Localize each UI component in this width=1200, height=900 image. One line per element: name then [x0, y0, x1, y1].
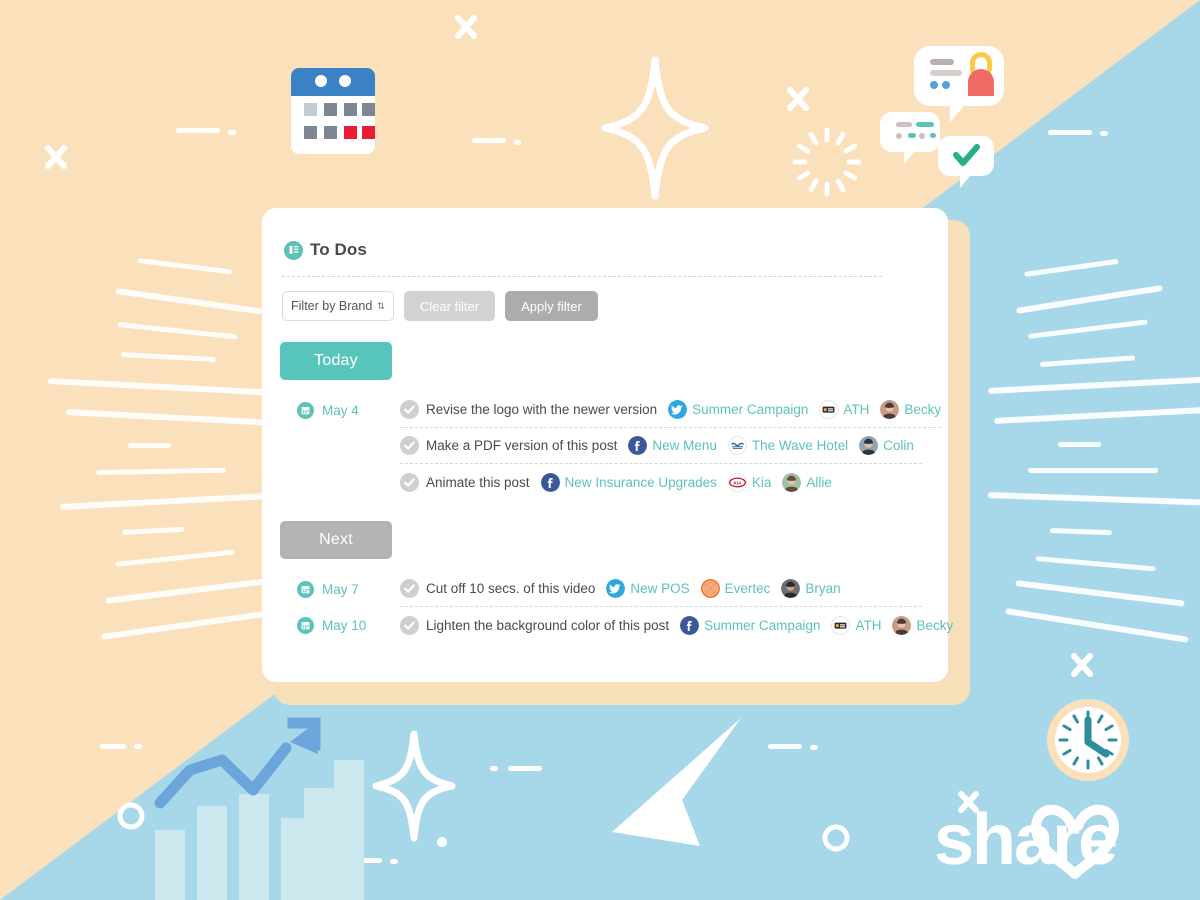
twitter-icon [668, 400, 688, 419]
chevron-updown-icon: ⇅ [377, 300, 385, 311]
check-circle-icon[interactable] [400, 472, 419, 492]
campaign-chip[interactable]: New Insurance Upgrades [540, 472, 717, 492]
table-row: Animate this post New Insurance Upgrades K… [280, 464, 922, 500]
task-content: Animate this post New Insurance Upgrades K… [400, 464, 922, 500]
brand-chip[interactable]: ATH [819, 400, 869, 419]
section-pill-today[interactable]: Today [280, 342, 392, 380]
table-row: May 10 Lighten the background color of th… [280, 607, 953, 643]
brand-name: ATH [843, 402, 870, 417]
twitter-icon [606, 579, 626, 598]
check-circle-icon[interactable] [400, 579, 419, 598]
task-date-cell: May 7 [280, 580, 400, 598]
section-pill-next[interactable]: Next [280, 521, 392, 559]
avatar [859, 436, 879, 455]
task-date-cell: May 4 [280, 401, 400, 419]
assignee-name: Bryan [805, 581, 841, 596]
task-content: Lighten the background color of this pos… [400, 607, 953, 643]
todos-card: To Dos Filter by Brand ⇅ Clear filter Ap… [262, 208, 953, 682]
task-title: Revise the logo with the newer version [426, 402, 658, 417]
brand-name: Kia [751, 474, 772, 490]
calendar-icon [297, 616, 314, 634]
assignee-chip[interactable]: Allie [782, 472, 832, 492]
table-row: May 7 Cut off 10 secs. of this video New P… [280, 571, 922, 607]
task-date-cell: May 10 [280, 616, 400, 634]
task-title: Make a PDF version of this post [426, 438, 618, 453]
campaign-name: Summer Campaign [704, 617, 821, 633]
task-group: May 7 Cut off 10 secs. of this video New P… [280, 571, 953, 643]
header-divider [282, 276, 882, 277]
task-title: Animate this post [426, 474, 530, 490]
avatar [781, 579, 801, 598]
apply-filter-button[interactable]: Apply filter [505, 291, 598, 321]
todos-panel: To Dos Filter by Brand ⇅ Clear filter Ap… [262, 208, 970, 705]
task-content: Cut off 10 secs. of this video New POS Eve… [400, 571, 922, 607]
facebook-icon [628, 436, 648, 455]
avatar [880, 400, 900, 419]
brand-chip[interactable]: KIA Kia [727, 472, 772, 492]
campaign-chip[interactable]: Summer Campaign [668, 400, 808, 419]
campaign-chip[interactable]: New POS [606, 579, 690, 598]
assignee-chip[interactable]: Becky [892, 615, 954, 635]
avatar [782, 472, 802, 492]
campaign-name: New POS [630, 581, 690, 596]
brand-chip[interactable]: The Wave Hotel [727, 436, 849, 455]
brand-name: Evertec [724, 581, 771, 596]
check-circle-icon[interactable] [400, 400, 419, 419]
task-title: Lighten the background color of this pos… [426, 617, 670, 633]
calendar-icon [297, 580, 314, 598]
task-content: Make a PDF version of this post New Menu T… [400, 428, 922, 464]
assignee-name: Becky [916, 617, 954, 633]
assignee-name: Colin [883, 438, 914, 453]
facebook-icon [540, 472, 560, 492]
brand-name: ATH [855, 617, 882, 633]
kia-icon: KIA [727, 472, 747, 492]
assignee-chip[interactable]: Bryan [781, 579, 841, 598]
check-circle-icon[interactable] [400, 615, 419, 635]
brand-chip[interactable]: ATH [831, 615, 882, 635]
assignee-chip[interactable]: Becky [880, 400, 941, 419]
assignee-name: Allie [806, 474, 832, 490]
ath-icon [819, 400, 839, 419]
evertec-icon [700, 579, 720, 598]
task-group: May 4 Revise the logo with the newer vers… [280, 392, 942, 500]
task-date: May 7 [322, 581, 359, 597]
table-row: May 4 Revise the logo with the newer vers… [280, 392, 942, 428]
task-title: Cut off 10 secs. of this video [426, 581, 596, 596]
list-icon [284, 240, 303, 260]
panel-header: To Dos [280, 240, 922, 260]
calendar-icon [297, 401, 314, 419]
facebook-icon [680, 615, 700, 635]
campaign-name: New Menu [652, 438, 717, 453]
brand-filter-select[interactable]: Filter by Brand ⇅ [282, 291, 394, 321]
campaign-name: New Insurance Upgrades [564, 474, 717, 490]
clear-filter-button[interactable]: Clear filter [403, 291, 496, 321]
filter-toolbar: Filter by Brand ⇅ Clear filter Apply fil… [280, 291, 922, 321]
svg-text:KIA: KIA [733, 480, 742, 485]
brand-filter-value: Filter by Brand [291, 299, 373, 313]
brand-name: The Wave Hotel [751, 438, 849, 453]
campaign-chip[interactable]: Summer Campaign [680, 615, 821, 635]
check-circle-icon[interactable] [400, 436, 419, 455]
brand-chip[interactable]: Evertec [700, 579, 771, 598]
wave-hotel-icon [727, 436, 747, 455]
task-date: May 4 [322, 402, 359, 418]
table-row: Make a PDF version of this post New Menu T… [280, 428, 922, 464]
page-title: To Dos [310, 240, 367, 259]
ath-icon [831, 615, 851, 635]
task-content: Revise the logo with the newer version Su… [400, 392, 942, 428]
todo-sections: Today May 4 Revise the logo with the newer… [280, 342, 953, 643]
avatar [892, 615, 912, 635]
assignee-chip[interactable]: Colin [859, 436, 914, 455]
assignee-name: Becky [904, 402, 942, 417]
task-date: May 10 [322, 617, 367, 633]
campaign-chip[interactable]: New Menu [628, 436, 717, 455]
campaign-name: Summer Campaign [692, 402, 809, 417]
